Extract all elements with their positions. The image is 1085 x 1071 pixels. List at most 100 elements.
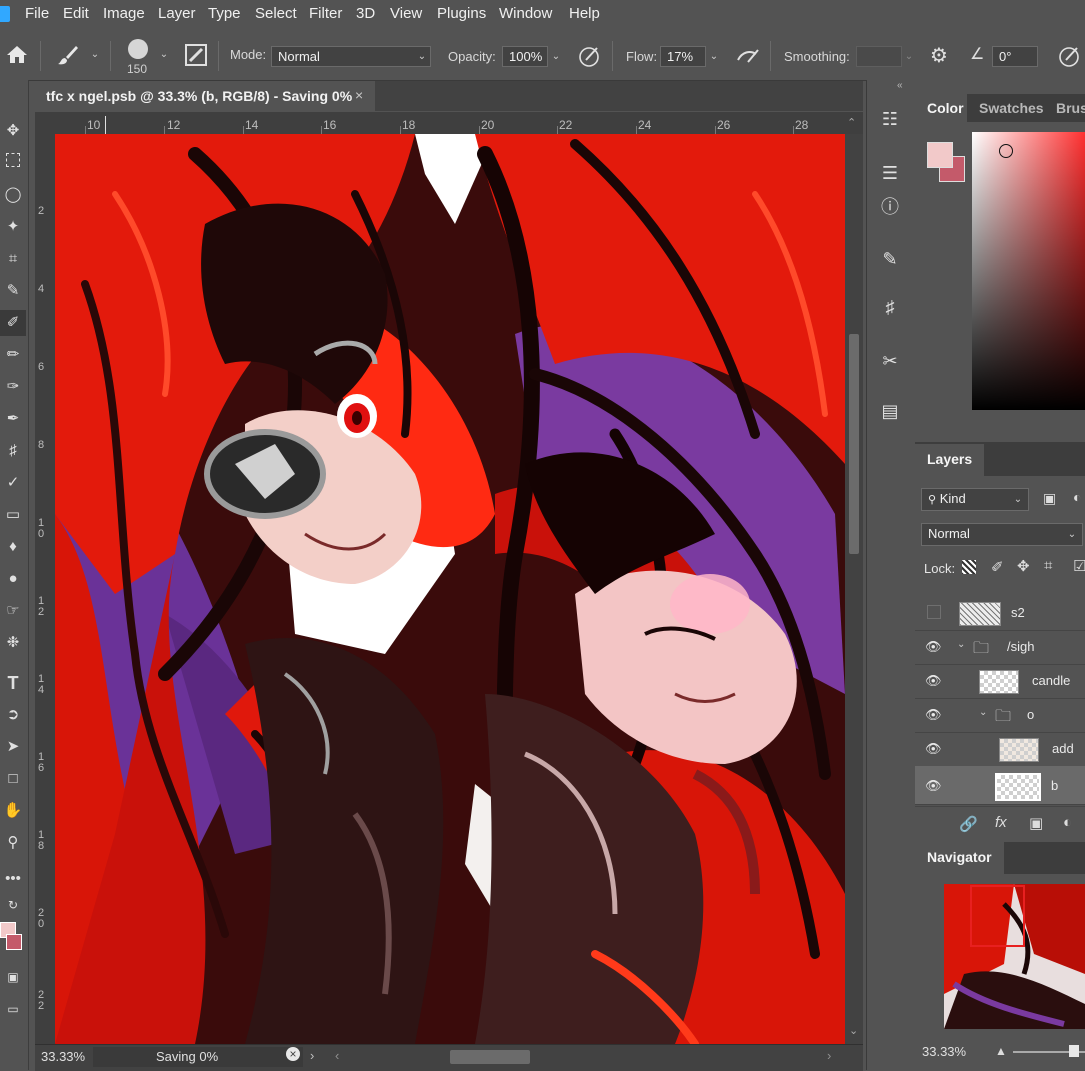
group-expand-chevron-icon[interactable]: ⌄ (979, 707, 987, 718)
lock-image-pixels-icon[interactable]: ✐ (991, 558, 1004, 576)
mode-select[interactable]: Normal (271, 46, 431, 67)
airbrush-icon[interactable] (736, 46, 762, 66)
color-panel-foreground-swatch[interactable] (927, 142, 953, 168)
blend-mode-dropdown-icon[interactable]: ⌄ (1065, 524, 1079, 545)
layer-row[interactable]: 👁 ⌄ 🗀 /sigh (915, 630, 1085, 665)
libraries-icon[interactable]: ▤ (877, 398, 903, 424)
history-panel-icon[interactable]: ☷ (877, 106, 903, 132)
healing-brush-tool-icon[interactable]: ✑ (0, 374, 26, 400)
tool-presets-icon[interactable]: ✂ (877, 348, 903, 374)
layer-blend-mode-select[interactable]: Normal (921, 523, 1083, 546)
eye-icon[interactable]: 👁 (925, 639, 942, 654)
quick-mask-icon[interactable]: ▣ (0, 964, 26, 990)
menu-help[interactable]: Help (569, 5, 600, 22)
cancel-saving-icon[interactable]: × (286, 1047, 300, 1061)
brush-size-dropdown-icon[interactable]: ⌄ (157, 44, 171, 65)
eye-icon[interactable]: 👁 (925, 778, 942, 793)
layer-row[interactable]: 👁 candle (915, 664, 1085, 699)
mixer-brush-tool-icon[interactable]: ✓ (0, 470, 26, 496)
crop-tool-icon[interactable]: ⌗ (0, 246, 26, 272)
lasso-tool-icon[interactable]: ◯ (0, 182, 26, 208)
navigator-zoom-level[interactable]: 33.33% (922, 1044, 966, 1059)
clone-source-icon[interactable]: ♯ (877, 294, 903, 320)
adjustments-panel-icon[interactable]: ☰ (877, 160, 903, 186)
smoothing-settings-gear-icon[interactable]: ⚙ (930, 43, 948, 68)
lock-all-icon[interactable]: ☑ (1073, 557, 1085, 575)
tab-swatches[interactable]: Swatches (967, 94, 1056, 122)
menu-window[interactable]: Window (499, 5, 552, 22)
scroll-left-icon[interactable]: ‹ (335, 1048, 339, 1063)
brush-settings-panel-icon[interactable] (185, 44, 207, 66)
magic-wand-tool-icon[interactable]: ✦ (0, 214, 26, 240)
lock-artboard-icon[interactable]: ⌗ (1044, 557, 1052, 574)
menu-file[interactable]: File (25, 5, 49, 22)
hand-tool-icon[interactable]: ✋ (0, 798, 26, 824)
scroll-up-icon[interactable]: ⌃ (847, 116, 856, 129)
menu-3d[interactable]: 3D (356, 5, 375, 22)
move-tool-icon[interactable]: ✥ (0, 118, 26, 144)
layer-row-selected[interactable]: 👁 b (915, 766, 1085, 805)
filter-image-layer-icon[interactable]: ▣ (1043, 490, 1056, 507)
menu-edit[interactable]: Edit (63, 5, 89, 22)
eye-icon[interactable]: 👁 (925, 741, 942, 756)
eyedropper-tool-icon[interactable]: ✎ (0, 278, 26, 304)
tab-navigator[interactable]: Navigator (915, 842, 1004, 874)
menu-view[interactable]: View (390, 5, 422, 22)
layer-visibility-off-toggle[interactable] (927, 605, 941, 619)
blur-tool-icon[interactable]: ● (0, 566, 26, 592)
layer-row[interactable]: 👁 ⌄ 🗀 o (915, 698, 1085, 733)
zoom-tool-icon[interactable]: ⚲ (0, 830, 26, 856)
color-picker-cursor[interactable] (999, 144, 1013, 158)
swap-colors-icon[interactable]: ↻ (0, 892, 26, 918)
menu-select[interactable]: Select (255, 5, 297, 22)
scroll-right-icon[interactable]: › (827, 1048, 831, 1063)
sponge-tool-icon[interactable]: ❉ (0, 630, 26, 656)
document-tab[interactable]: tfc x ngel.psb @ 33.3% (b, RGB/8) - Savi… (35, 81, 375, 111)
more-tools-icon[interactable]: ••• (0, 866, 26, 892)
smoothing-dropdown-icon[interactable]: ⌄ (902, 46, 916, 67)
angle-input[interactable]: 0° (992, 46, 1038, 67)
horizontal-scrollbar-thumb[interactable] (450, 1050, 530, 1064)
brush-tool-icon[interactable] (56, 44, 80, 66)
rectangle-tool-icon[interactable]: □ (0, 766, 26, 792)
filter-kind-dropdown-icon[interactable]: ⌄ (1011, 489, 1025, 510)
menu-filter[interactable]: Filter (309, 5, 342, 22)
menu-plugins[interactable]: Plugins (437, 5, 486, 22)
history-brush-tool-icon[interactable]: ✒ (0, 406, 26, 432)
zoom-level[interactable]: 33.33% (41, 1049, 85, 1064)
scroll-down-icon[interactable]: ⌄ (849, 1024, 858, 1037)
pen-tool-icon[interactable]: ➲ (0, 702, 26, 728)
menu-image[interactable]: Image (103, 5, 145, 22)
vertical-scrollbar-thumb[interactable] (849, 334, 859, 554)
pressure-size-icon[interactable] (1058, 45, 1082, 67)
zoom-out-icon[interactable]: ▲ (995, 1044, 1007, 1058)
add-mask-icon[interactable]: ▣ (1029, 814, 1043, 832)
new-adjustment-layer-icon[interactable]: ◐ (1063, 814, 1072, 831)
tab-brush[interactable]: Brush (1044, 94, 1085, 122)
lock-transparent-pixels-icon[interactable] (962, 560, 976, 574)
smoothing-input[interactable] (856, 46, 902, 67)
status-menu-chevron-icon[interactable]: › (310, 1048, 314, 1063)
tab-layers[interactable]: Layers (915, 444, 985, 476)
layer-effects-fx-icon[interactable]: fx (995, 814, 1007, 831)
type-tool-icon[interactable]: T (0, 670, 26, 696)
eye-icon[interactable]: 👁 (925, 707, 942, 722)
filter-adjustment-layer-icon[interactable]: ◐ (1073, 489, 1081, 505)
brush-settings-icon[interactable]: ✎ (877, 246, 903, 272)
marquee-tool-icon[interactable] (0, 150, 26, 176)
pressure-opacity-icon[interactable] (578, 45, 602, 67)
navigator-zoom-slider-handle[interactable] (1069, 1045, 1079, 1057)
lock-position-icon[interactable]: ✥ (1017, 557, 1030, 575)
background-color-swatch[interactable] (6, 934, 22, 950)
canvas[interactable] (55, 134, 845, 1044)
paint-bucket-tool-icon[interactable]: ♦ (0, 534, 26, 560)
layer-row[interactable]: 👁 add (915, 732, 1085, 767)
flow-dropdown-icon[interactable]: ⌄ (707, 46, 721, 67)
home-icon[interactable] (6, 44, 28, 64)
menu-type[interactable]: Type (208, 5, 241, 22)
brush-preset-dropdown-icon[interactable]: ⌄ (88, 44, 102, 65)
color-picker-field[interactable] (972, 132, 1085, 410)
pencil-tool-icon[interactable]: ✏ (0, 342, 26, 368)
photoshop-logo-icon[interactable] (0, 6, 10, 22)
flow-input[interactable]: 17% (660, 46, 706, 67)
